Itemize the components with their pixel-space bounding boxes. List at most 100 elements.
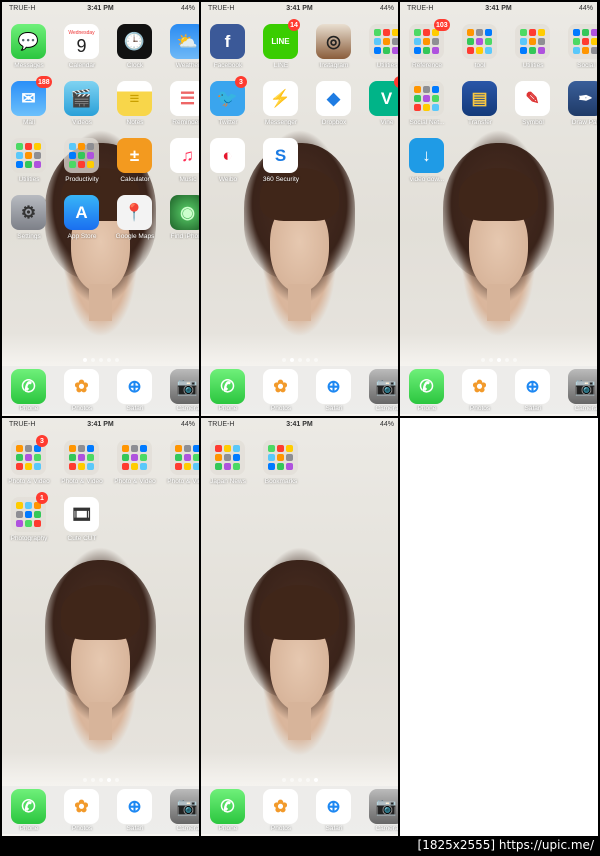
folder-mini-app-icon (529, 38, 536, 45)
app-label: Camera (176, 825, 199, 832)
camera-icon: 📷 (170, 369, 199, 404)
folder-mini-app-icon (432, 104, 439, 111)
folder-mini-app-icon (25, 143, 32, 150)
page-dot (90, 358, 95, 362)
safari-icon: ⊕ (316, 369, 351, 404)
home-screen-page-5: TRUE-H 3:41 PM 44% Japan News Bookmarks ✆ Phon… (201, 418, 398, 836)
battery-percentage: 44% (180, 5, 195, 12)
folder-mini-app-icon (476, 29, 483, 36)
folder-mini-app-icon (538, 29, 545, 36)
photo-video-folder-icon (64, 440, 99, 475)
image-size-watermark: [1825x2555] https://upic.me/ (417, 838, 594, 852)
app-label: Find iPhone (170, 233, 199, 240)
facebook-icon: f (210, 24, 245, 59)
page-dot (289, 778, 294, 782)
folder-mini-app-icon (78, 152, 85, 159)
photos-icon: ✿ (263, 789, 298, 824)
photos-icon: ✿ (64, 369, 99, 404)
find-iphone-icon: ◉ (170, 195, 199, 230)
app-label: Camera (574, 405, 597, 412)
page-dot (106, 358, 111, 362)
phone-icon: ✆ (409, 369, 444, 404)
page-dot (480, 358, 485, 362)
page-indicator[interactable] (2, 778, 199, 782)
folder-mini-app-icon (414, 38, 421, 45)
folder-mini-app-icon (423, 47, 430, 54)
clock-time: 3:41 PM (87, 421, 114, 428)
app-label: Weather (175, 62, 199, 69)
folder-mini-app-icon (215, 463, 222, 470)
weather-icon: ⛅ (170, 24, 199, 59)
folder-mini-app-icon (184, 445, 191, 452)
page-dot (305, 778, 310, 782)
utilities-folder-icon (515, 24, 550, 59)
status-bar: TRUE-H 3:41 PM 44% (2, 418, 199, 432)
folder-mini-app-icon (582, 47, 589, 54)
folder-mini-app-icon (16, 143, 23, 150)
page-indicator[interactable] (2, 358, 199, 362)
page-indicator[interactable] (400, 358, 597, 362)
folder-mini-app-icon (538, 38, 545, 45)
folder-mini-app-icon (215, 445, 222, 452)
notes-icon: ≡ (117, 81, 152, 116)
empty-panel (400, 418, 598, 836)
folder-mini-app-icon (529, 47, 536, 54)
folder-mini-app-icon (467, 47, 474, 54)
folder-mini-app-icon (34, 520, 41, 527)
folder-mini-app-icon (140, 445, 147, 452)
folder-mini-app-icon (184, 463, 191, 470)
folder-mini-app-icon (286, 445, 293, 452)
folder-mini-app-icon (175, 454, 182, 461)
folder-mini-app-icon (16, 511, 23, 518)
folder-mini-app-icon (374, 38, 381, 45)
phone-icon: ✆ (210, 789, 245, 824)
camera-icon: 📷 (568, 369, 597, 404)
wallpaper-neck (287, 283, 312, 321)
folder-mini-app-icon (16, 520, 23, 527)
folder-mini-app-icon (383, 47, 390, 54)
folder-mini-app-icon (573, 47, 580, 54)
clock-time: 3:41 PM (286, 421, 313, 428)
folder-mini-app-icon (34, 143, 41, 150)
notification-badge: 3 (235, 76, 247, 88)
folder-mini-app-icon (78, 463, 85, 470)
folder-mini-app-icon (193, 463, 199, 470)
360-security-icon: S (263, 138, 298, 173)
settings-icon: ⚙ (11, 195, 46, 230)
folder-mini-app-icon (520, 38, 527, 45)
clock-icon: 🕒 (117, 24, 152, 59)
app-label: Vine (380, 119, 394, 126)
folder-mini-app-icon (87, 143, 94, 150)
dock: ✆ Phone ✿ Photos ⊕ Safari 📷 Camera (201, 366, 398, 414)
app-label: Social (577, 62, 595, 69)
clock-time: 3:41 PM (87, 5, 114, 12)
folder-mini-app-icon (286, 463, 293, 470)
folder-mini-app-icon (383, 38, 390, 45)
page-dot (297, 358, 302, 362)
home-screen-page-2: TRUE-H 3:41 PM 44% f Facebook LINE 14 LINE ◎ Inst… (201, 2, 398, 416)
app-label: Music (179, 176, 197, 183)
folder-mini-app-icon (224, 454, 231, 461)
social-folder-icon (568, 24, 597, 59)
folder-mini-app-icon (392, 47, 398, 54)
symbol-icon: ✎ (515, 81, 550, 116)
photo-video-folder-icon (170, 440, 199, 475)
folder-mini-app-icon (383, 29, 390, 36)
video-dow-icon: ↓ (409, 138, 444, 173)
folder-mini-app-icon (467, 38, 474, 45)
app-label: Utilities (376, 62, 398, 69)
folder-mini-app-icon (175, 445, 182, 452)
page-dot (98, 358, 103, 362)
app-store-icon: A (64, 195, 99, 230)
folder-mini-app-icon (423, 104, 430, 111)
page-dot (488, 358, 493, 362)
folder-mini-app-icon (414, 86, 421, 93)
page-indicator[interactable] (201, 778, 398, 782)
folder-mini-app-icon (277, 445, 284, 452)
folder-mini-app-icon (140, 454, 147, 461)
page-dot (98, 778, 103, 782)
transfer-icon: ▤ (462, 81, 497, 116)
battery-percentage: 44% (379, 421, 394, 428)
page-indicator[interactable] (201, 358, 398, 362)
app-label: video dow... (409, 176, 445, 183)
